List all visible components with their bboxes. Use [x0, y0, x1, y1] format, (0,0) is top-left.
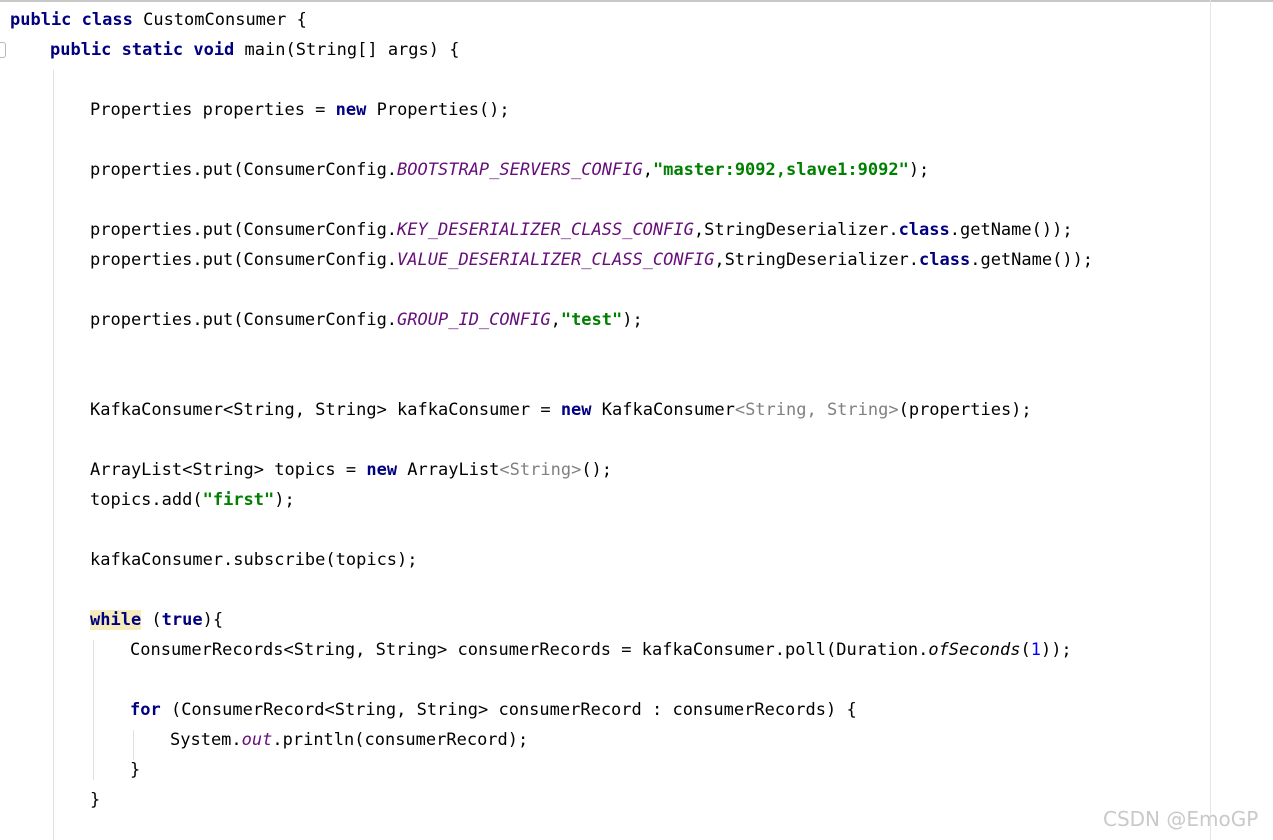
code-token: while — [90, 610, 142, 630]
code-token: KEY_DESERIALIZER_CLASS_CONFIG — [397, 220, 694, 240]
code-token: properties.put(ConsumerConfig. — [90, 220, 398, 240]
code-token: public — [10, 10, 72, 30]
code-token: main(String[] args) { — [234, 40, 460, 60]
code-line[interactable]: Properties properties = new Properties()… — [90, 95, 510, 125]
code-token: (properties); — [898, 400, 1032, 420]
code-token: )); — [1040, 640, 1072, 660]
code-token: "master:9092,slave1:9092" — [652, 160, 909, 180]
code-token: VALUE_DESERIALIZER_CLASS_CONFIG — [397, 250, 715, 270]
code-token: ( — [1020, 640, 1031, 660]
code-token: void — [193, 40, 235, 60]
code-line[interactable]: kafkaConsumer.subscribe(topics); — [90, 545, 418, 575]
code-token: , — [642, 160, 653, 180]
code-line[interactable]: properties.put(ConsumerConfig.VALUE_DESE… — [90, 245, 1093, 275]
code-token: properties.put(ConsumerConfig. — [90, 310, 398, 330]
code-token: ,StringDeserializer. — [714, 250, 920, 270]
code-token: true — [161, 610, 203, 630]
code-line[interactable]: System.out.println(consumerRecord); — [170, 725, 528, 755]
code-token: .getName()); — [949, 220, 1073, 240]
code-token: ConsumerRecords<String, String> consumer… — [130, 640, 929, 660]
code-token: for — [130, 700, 161, 720]
code-token: CustomConsumer { — [132, 10, 307, 30]
code-token: ( — [141, 610, 162, 630]
code-token: } — [90, 790, 101, 810]
code-line[interactable]: while (true){ — [90, 605, 223, 635]
code-token: ,StringDeserializer. — [693, 220, 899, 240]
code-line[interactable]: for (ConsumerRecord<String, String> cons… — [130, 695, 857, 725]
code-token: (ConsumerRecord<String, String> consumer… — [160, 700, 857, 720]
code-token: class — [919, 250, 971, 270]
code-token: ArrayList<String> topics = — [90, 460, 367, 480]
code-line[interactable]: topics.add("first"); — [90, 485, 295, 515]
code-line[interactable]: properties.put(ConsumerConfig.BOOTSTRAP_… — [90, 155, 929, 185]
code-token: Properties properties = — [90, 100, 336, 120]
right-margin-guide — [1210, 0, 1211, 840]
indent-guide — [93, 640, 94, 780]
code-token: <String, String> — [734, 400, 899, 420]
code-token: BOOTSTRAP_SERVERS_CONFIG — [397, 160, 643, 180]
code-token: new — [335, 100, 367, 120]
code-token: .getName()); — [970, 250, 1094, 270]
code-token: "test" — [560, 310, 623, 330]
code-line[interactable]: ArrayList<String> topics = new ArrayList… — [90, 455, 612, 485]
code-line[interactable]: } — [90, 785, 100, 815]
code-token: ); — [274, 490, 295, 510]
code-token: (); — [581, 460, 613, 480]
code-token: ){ — [202, 610, 224, 630]
code-token: KafkaConsumer<String, String> kafkaConsu… — [90, 400, 561, 420]
code-token: ); — [622, 310, 643, 330]
code-line[interactable]: properties.put(ConsumerConfig.GROUP_ID_C… — [90, 305, 643, 335]
code-token: "first" — [202, 490, 275, 510]
code-token: KafkaConsumer — [591, 400, 735, 420]
code-token: ArrayList — [397, 460, 500, 480]
watermark: CSDN @EmoGP — [1103, 807, 1259, 831]
code-token: out — [241, 730, 273, 750]
code-token: System. — [170, 730, 242, 750]
code-token: <String> — [499, 460, 582, 480]
code-token: new — [366, 460, 398, 480]
code-line[interactable]: ConsumerRecords<String, String> consumer… — [130, 635, 1072, 665]
fold-marker-icon[interactable] — [0, 42, 6, 58]
code-token: , — [550, 310, 561, 330]
code-token: GROUP_ID_CONFIG — [397, 310, 551, 330]
code-token: properties.put(ConsumerConfig. — [90, 250, 398, 270]
code-token: properties.put(ConsumerConfig. — [90, 160, 398, 180]
code-line[interactable]: KafkaConsumer<String, String> kafkaConsu… — [90, 395, 1032, 425]
code-line[interactable]: properties.put(ConsumerConfig.KEY_DESERI… — [90, 215, 1073, 245]
code-token: ); — [908, 160, 930, 180]
code-token: } — [130, 760, 141, 780]
code-editor[interactable]: public class CustomConsumer {public stat… — [0, 0, 1210, 840]
indent-guide — [53, 70, 54, 840]
code-token: ofSeconds — [928, 640, 1021, 660]
code-line[interactable]: public class CustomConsumer { — [10, 5, 307, 35]
code-token: class — [898, 220, 950, 240]
code-token: static — [121, 40, 184, 60]
code-token: kafkaConsumer.subscribe(topics); — [90, 550, 418, 570]
code-token: class — [81, 10, 133, 30]
code-token: 1 — [1030, 640, 1041, 660]
code-token: .println(consumerRecord); — [272, 730, 529, 750]
code-token: public — [50, 40, 112, 60]
code-token: Properties(); — [366, 100, 510, 120]
code-token: topics.add( — [90, 490, 203, 510]
code-line[interactable]: public static void main(String[] args) { — [50, 35, 459, 65]
code-token: new — [560, 400, 592, 420]
code-line[interactable]: } — [130, 755, 140, 785]
